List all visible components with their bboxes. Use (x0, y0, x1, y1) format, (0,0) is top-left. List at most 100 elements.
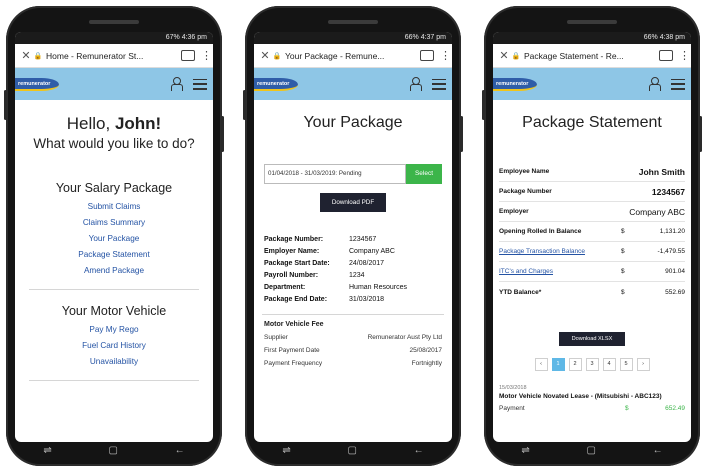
bookmark-icon[interactable] (659, 50, 673, 61)
remunerator-logo[interactable]: remunerator (254, 77, 298, 91)
unavailability-link[interactable]: Unavailability (15, 357, 213, 366)
transaction-amount: 652.49 (665, 405, 685, 413)
next-page-button[interactable]: › (636, 358, 650, 371)
lock-icon: 🔒 (511, 52, 521, 60)
power-button (699, 116, 702, 152)
greeting-name: John! (114, 114, 162, 133)
pagination: ‹ 1 2 3 4 5 › (493, 358, 691, 371)
detail-value: 1234567 (349, 236, 377, 243)
more-menu-icon[interactable]: ⋮ (201, 49, 212, 62)
greeting-question: What would you like to do? (33, 136, 195, 151)
period-select[interactable]: 01/04/2018 - 31/03/2019: Pending (264, 164, 406, 184)
amend-package-link[interactable]: Amend Package (15, 266, 213, 275)
page-button-1[interactable]: 1 (551, 358, 565, 371)
prev-page-button[interactable]: ‹ (534, 358, 548, 371)
statement-table: Employee Name John Smith Package Number 12… (493, 162, 691, 302)
home-icon[interactable]: ▢ (586, 445, 595, 456)
detail-value: Human Resources (349, 284, 407, 291)
fee-row: Payment Frequency Fortnightly (262, 360, 444, 367)
claims-summary-link[interactable]: Claims Summary (15, 218, 213, 227)
detail-row: Package Number: 1234567 (264, 234, 442, 246)
user-icon[interactable] (408, 76, 424, 92)
period-selector: 01/04/2018 - 31/03/2019: Pending Select (264, 164, 442, 184)
back-icon[interactable]: ← (653, 445, 663, 456)
page-button-4[interactable]: 4 (602, 358, 616, 371)
phone-package-statement: 66% 4:38 pm ✕ 🔒 Package Statement - Re..… (482, 6, 702, 466)
volume-button (4, 90, 7, 120)
status-bar: 67% 4:36 pm (15, 32, 213, 44)
detail-label: Package Start Date: (264, 260, 330, 267)
page-button-3[interactable]: 3 (585, 358, 599, 371)
download-xlsx-button[interactable]: Download XLSX (559, 332, 625, 346)
detail-value: 31/03/2018 (349, 296, 385, 303)
detail-row: Payroll Number: 1234 (264, 270, 442, 282)
greeting: Hello, John! (15, 114, 213, 134)
status-bar: 66% 4:37 pm (254, 32, 452, 44)
close-tab-icon[interactable]: ✕ (258, 49, 272, 62)
section-divider (29, 289, 199, 290)
statement-row: Employer Company ABC (499, 202, 685, 222)
app-header: remunerator (15, 68, 213, 100)
package-statement-link[interactable]: Package Statement (15, 250, 213, 259)
close-tab-icon[interactable]: ✕ (497, 49, 511, 62)
speaker-grille (89, 20, 139, 24)
submit-claims-link[interactable]: Submit Claims (15, 202, 213, 211)
balance-row: Package Transaction Balance $ -1,479.55 (499, 242, 685, 262)
detail-row: Employer Name: Company ABC (264, 246, 442, 258)
row-value: -1,479.55 (657, 248, 685, 255)
more-menu-icon[interactable]: ⋮ (440, 49, 451, 62)
row-label: Opening Rolled In Balance (499, 228, 582, 235)
bookmark-icon[interactable] (420, 50, 434, 61)
hamburger-menu-icon[interactable] (671, 78, 685, 90)
browser-toolbar: ✕ 🔒 Package Statement - Re... ⋮ (493, 44, 691, 68)
salary-package-heading: Your Salary Package (55, 181, 173, 195)
itcs-and-charges-link[interactable]: ITC's and Charges (499, 268, 621, 275)
power-button (460, 116, 463, 152)
tab-title[interactable]: Package Statement - Re... (521, 51, 653, 61)
speaker-grille (328, 20, 378, 24)
fee-box-title: Motor Vehicle Fee (264, 321, 324, 328)
home-icon[interactable]: ▢ (108, 445, 117, 456)
hamburger-menu-icon[interactable] (193, 78, 207, 90)
tab-title[interactable]: Home - Remunerator St... (43, 51, 175, 61)
recent-apps-icon[interactable]: ⇌ (43, 445, 51, 456)
download-pdf-button[interactable]: Download PDF (320, 193, 386, 212)
pay-my-rego-link[interactable]: Pay My Rego (15, 325, 213, 334)
home-icon[interactable]: ▢ (347, 445, 356, 456)
remunerator-logo[interactable]: remunerator (15, 77, 59, 91)
close-tab-icon[interactable]: ✕ (19, 49, 33, 62)
tab-title[interactable]: Your Package - Remune... (282, 51, 414, 61)
screen-package-statement: 66% 4:38 pm ✕ 🔒 Package Statement - Re..… (493, 32, 691, 442)
back-icon[interactable]: ← (414, 445, 424, 456)
detail-row: Package End Date: 31/03/2018 (264, 294, 442, 306)
balance-row: YTD Balance* $552.69 (499, 282, 685, 302)
hamburger-menu-icon[interactable] (432, 78, 446, 90)
select-button[interactable]: Select (406, 164, 442, 184)
package-transaction-balance-link[interactable]: Package Transaction Balance (499, 248, 621, 255)
fuel-card-history-link[interactable]: Fuel Card History (15, 341, 213, 350)
your-package-link[interactable]: Your Package (15, 234, 213, 243)
fee-value: 25/08/2017 (409, 347, 442, 354)
page-button-5[interactable]: 5 (619, 358, 633, 371)
motor-vehicle-fee-box: Motor Vehicle Fee Supplier Remunerator Au… (262, 314, 444, 367)
remunerator-logo[interactable]: remunerator (493, 77, 537, 91)
phone-home: 67% 4:36 pm ✕ 🔒 Home - Remunerator St...… (4, 6, 224, 466)
screen-your-package: 66% 4:37 pm ✕ 🔒 Your Package - Remune...… (254, 32, 452, 442)
recent-apps-icon[interactable]: ⇌ (282, 445, 290, 456)
back-icon[interactable]: ← (175, 445, 185, 456)
row-currency: $ (621, 248, 625, 255)
fee-row: Supplier Remunerator Aust Pty Ltd (262, 334, 444, 341)
user-icon[interactable] (647, 76, 663, 92)
detail-label: Employer Name: (264, 248, 320, 255)
volume-button (243, 90, 246, 120)
bookmark-icon[interactable] (181, 50, 195, 61)
detail-value: 24/08/2017 (349, 260, 385, 267)
user-icon[interactable] (169, 76, 185, 92)
detail-row: Department: Human Resources (264, 282, 442, 294)
page-button-2[interactable]: 2 (568, 358, 582, 371)
fee-value: Fortnightly (411, 360, 442, 367)
more-menu-icon[interactable]: ⋮ (679, 49, 690, 62)
recent-apps-icon[interactable]: ⇌ (521, 445, 529, 456)
row-value: John Smith (638, 166, 685, 177)
app-header: remunerator (254, 68, 452, 100)
